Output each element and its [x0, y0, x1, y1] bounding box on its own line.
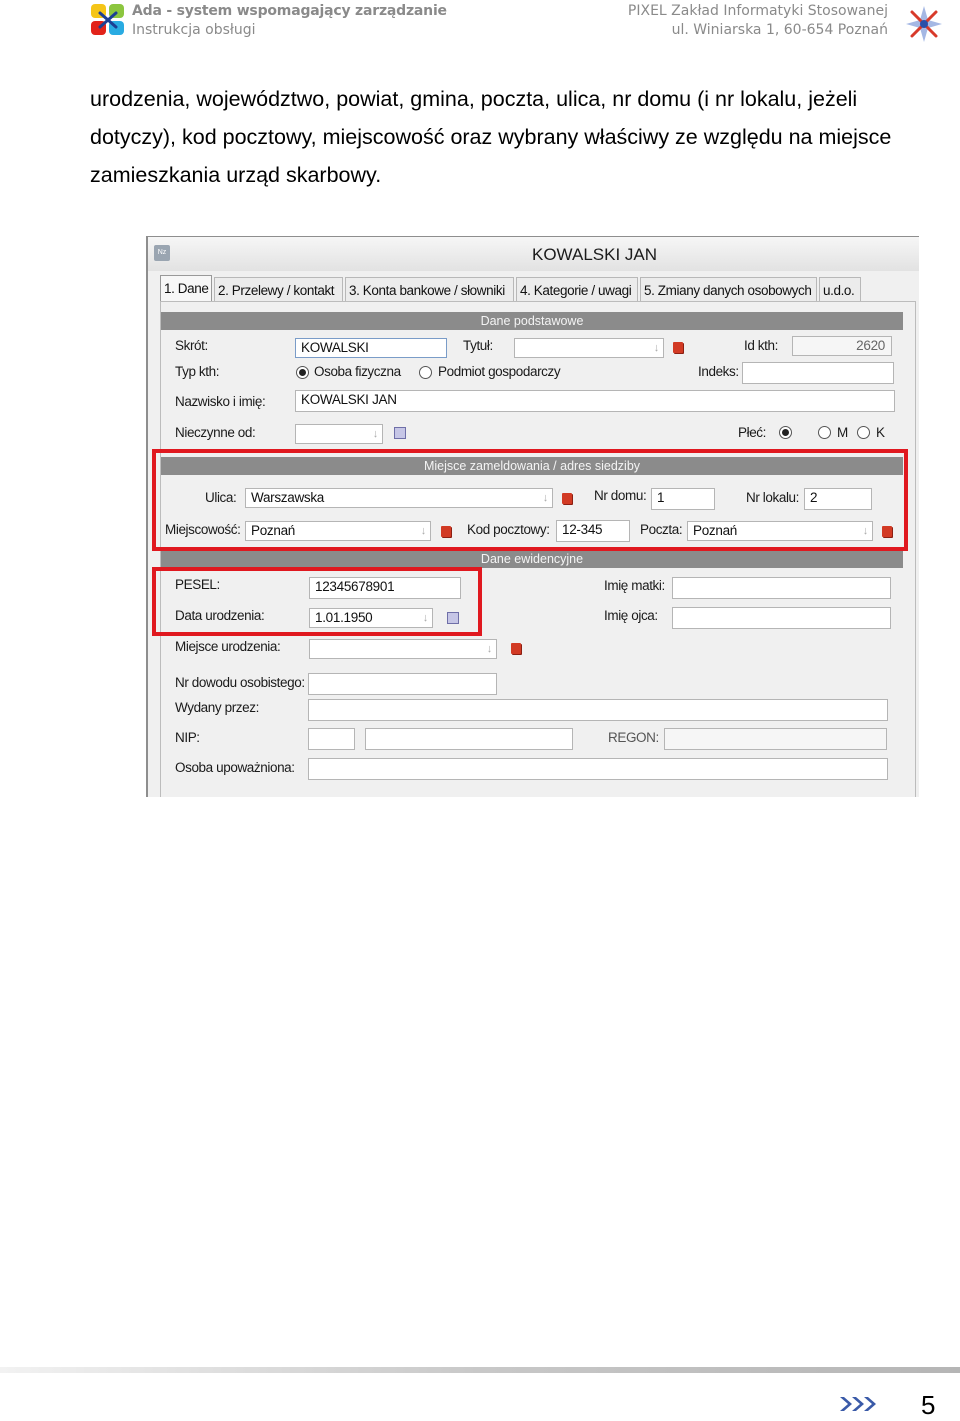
- radio-osoba-fizyczna[interactable]: [296, 366, 309, 379]
- radio-plec-k[interactable]: [857, 426, 870, 439]
- window-title: KOWALSKI JAN: [532, 245, 658, 264]
- osoba-upowazniona-input[interactable]: [308, 758, 888, 780]
- section-records-header: Dane ewidencyjne: [161, 550, 903, 568]
- dropdown-arrow-icon: ↓: [653, 342, 660, 354]
- dropdown-arrow-icon: ↓: [372, 428, 379, 440]
- imie-matki-label: Imię matki:: [604, 578, 665, 593]
- tab-kategorie[interactable]: 4. Kategorie / uwagi: [516, 277, 638, 303]
- tab-zmiany[interactable]: 5. Zmiany danych osobowych: [640, 277, 817, 303]
- plec-m-label: M: [837, 425, 848, 440]
- window-titlebar: Nz KOWALSKI JAN: [148, 237, 919, 271]
- regon-label: REGON:: [608, 730, 659, 745]
- radio-plec-none[interactable]: [779, 426, 792, 439]
- tab-udo[interactable]: u.d.o.: [819, 277, 861, 303]
- indeks-label: Indeks:: [698, 364, 739, 379]
- plec-k-label: K: [876, 425, 885, 440]
- nieczynne-date[interactable]: ↓: [295, 424, 383, 444]
- dowod-label: Nr dowodu osobistego:: [175, 675, 305, 690]
- tab-dane[interactable]: 1. Dane: [160, 275, 212, 303]
- tab-konta[interactable]: 3. Konta bankowe / słowniki: [345, 277, 514, 303]
- radio-plec-m[interactable]: [818, 426, 831, 439]
- nip-label: NIP:: [175, 730, 200, 745]
- osoba-upowazniona-label: Osoba upoważniona:: [175, 760, 295, 775]
- imie-ojca-label: Imię ojca:: [604, 608, 658, 623]
- id-label: Id kth:: [744, 338, 778, 353]
- plec-label: Płeć:: [738, 425, 767, 440]
- dowod-input[interactable]: [308, 673, 497, 695]
- nip-prefix-input[interactable]: [308, 728, 355, 750]
- nip-input[interactable]: [365, 728, 573, 750]
- tab-przelewy[interactable]: 2. Przelewy / kontakt: [214, 277, 343, 303]
- skrot-label: Skrót:: [175, 338, 208, 353]
- radio-podmiot-gospodarczy[interactable]: [419, 366, 432, 379]
- imie-ojca-input[interactable]: [672, 607, 891, 629]
- next-arrows-icon: [838, 1395, 884, 1419]
- tytul-select[interactable]: ↓: [514, 338, 664, 358]
- osoba-fizyczna-label: Osoba fizyczna: [314, 364, 401, 379]
- footer-divider: [0, 1367, 960, 1373]
- company-logo: [904, 4, 944, 44]
- page-number: 5: [921, 1390, 936, 1420]
- miejsce-urodzenia-label: Miejsce urodzenia:: [175, 639, 281, 654]
- nazwisko-label: Nazwisko i imię:: [175, 394, 266, 409]
- logo: [90, 3, 126, 37]
- imie-matki-input[interactable]: [672, 577, 891, 599]
- miejsce-urodzenia-select[interactable]: ↓: [309, 639, 497, 659]
- highlight-pesel-birthdate: [152, 567, 482, 636]
- dropdown-arrow-icon: ↓: [486, 643, 493, 655]
- app-title: Ada - system wspomagający zarządzanie: [132, 3, 447, 19]
- doc-subtitle: Instrukcja obsługi: [132, 22, 256, 38]
- body-paragraph: urodzenia, województwo, powiat, gmina, p…: [90, 87, 892, 187]
- nieczynne-label: Nieczynne od:: [175, 425, 256, 440]
- id-field: 2620: [792, 336, 892, 356]
- highlight-address-section: [152, 449, 908, 551]
- company-address: ul. Winiarska 1, 60-654 Poznań: [671, 22, 888, 38]
- logo-icon: [91, 4, 124, 35]
- wydany-przez-input[interactable]: [308, 699, 888, 721]
- section-basic-header: Dane podstawowe: [161, 312, 903, 330]
- skrot-input[interactable]: KOWALSKI: [295, 338, 447, 358]
- calendar-icon[interactable]: [394, 427, 406, 439]
- dictionary-book-icon[interactable]: [511, 643, 521, 654]
- nazwisko-input[interactable]: KOWALSKI JAN: [295, 390, 895, 412]
- indeks-input[interactable]: [742, 362, 894, 384]
- typ-label: Typ kth:: [175, 364, 220, 379]
- wydany-przez-label: Wydany przez:: [175, 700, 259, 715]
- window-app-icon: Nz: [154, 245, 170, 261]
- tytul-label: Tytuł:: [463, 338, 493, 353]
- dictionary-book-icon[interactable]: [673, 342, 683, 353]
- regon-input: [664, 728, 887, 750]
- company-name: PIXEL Zakład Informatyki Stosowanej: [627, 3, 888, 19]
- podmiot-gospodarczy-label: Podmiot gospodarczy: [438, 364, 561, 379]
- star-logo-icon: [906, 6, 942, 42]
